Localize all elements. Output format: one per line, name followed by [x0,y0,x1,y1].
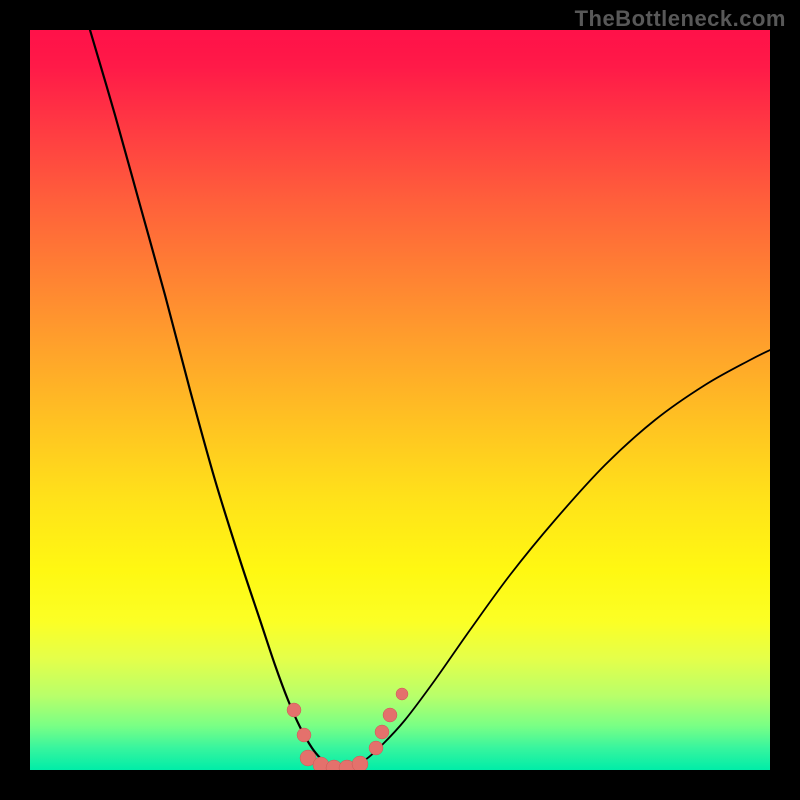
bottleneck-markers [287,688,408,770]
left-curve [90,30,338,769]
marker-point [287,703,301,717]
marker-point [369,741,383,755]
marker-point [352,756,368,770]
marker-point [375,725,389,739]
watermark-text: TheBottleneck.com [575,6,786,32]
marker-point [297,728,311,742]
chart-stage: TheBottleneck.com [0,0,800,800]
marker-point [396,688,408,700]
marker-point [383,708,397,722]
plot-area [30,30,770,770]
right-curve [338,350,770,769]
curve-layer [30,30,770,770]
